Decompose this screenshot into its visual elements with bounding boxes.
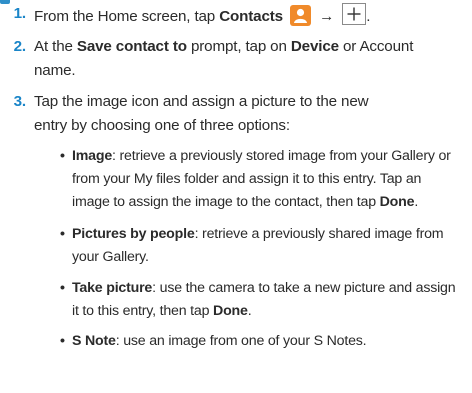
option-text: image to assign the image to the contact…	[72, 194, 380, 210]
option-image: • Image: retrieve a previously stored im…	[60, 145, 468, 215]
option-take-picture: • Take picture: use the camera to take a…	[60, 277, 468, 323]
manual-page: 1. From the Home screen, tap Contacts → …	[0, 0, 472, 393]
option-text: : retrieve a previously stored image fro…	[112, 148, 451, 164]
option-text-end: .	[414, 194, 419, 210]
bullet-dot: •	[60, 333, 65, 349]
step-text: or Account	[338, 38, 414, 55]
bullet-dot: •	[60, 280, 65, 296]
option-text: your Gallery.	[72, 249, 149, 265]
step-number: 2.	[13, 38, 27, 55]
step-text: prompt, tap on	[186, 38, 291, 55]
step-number: 3.	[13, 93, 27, 110]
bullet-dot: •	[60, 148, 65, 164]
step-1: 1. From the Home screen, tap Contacts → …	[0, 3, 470, 27]
option-text: from your My files folder and assign it …	[72, 171, 422, 187]
step-number: 1.	[13, 5, 27, 22]
device-label: Device	[290, 38, 339, 55]
done-label: Done	[379, 194, 415, 210]
option-text: : use an image from one of your S Notes.	[115, 333, 367, 349]
option-text: : retrieve a previously shared image fro…	[194, 226, 444, 242]
step-3: 3. Tap the image icon and assign a pictu…	[0, 91, 470, 139]
step-text-line2: name.	[34, 62, 76, 79]
step-text: From the Home screen, tap	[34, 8, 220, 25]
option-pictures-by-people: • Pictures by people: retrieve a previou…	[60, 223, 468, 269]
bullet-dot: •	[60, 226, 65, 242]
step-text-line1: Tap the image icon and assign a picture …	[34, 93, 369, 110]
option-s-note: • S Note: use an image from one of your …	[60, 330, 468, 354]
option-title: Take picture	[72, 280, 153, 296]
option-title: Pictures by people	[72, 226, 195, 242]
step-text: At the	[34, 38, 77, 55]
step-2: 2. At the Save contact to prompt, tap on…	[0, 36, 470, 84]
step-text-end: .	[366, 8, 371, 25]
done-label: Done	[213, 303, 248, 319]
contacts-app-icon	[290, 5, 312, 26]
step-text-line2: entry by choosing one of three options:	[34, 117, 290, 134]
option-text: it to this entry, then tap	[72, 303, 214, 319]
save-contact-to-label: Save contact to	[76, 38, 187, 55]
option-text-end: .	[247, 303, 252, 319]
arrow-icon: →	[319, 8, 335, 25]
add-plus-icon	[342, 3, 367, 25]
option-title: S Note	[72, 333, 116, 349]
option-title: Image	[72, 148, 113, 164]
option-text: : use the camera to take a new picture a…	[152, 280, 456, 296]
contacts-label: Contacts	[219, 8, 283, 25]
